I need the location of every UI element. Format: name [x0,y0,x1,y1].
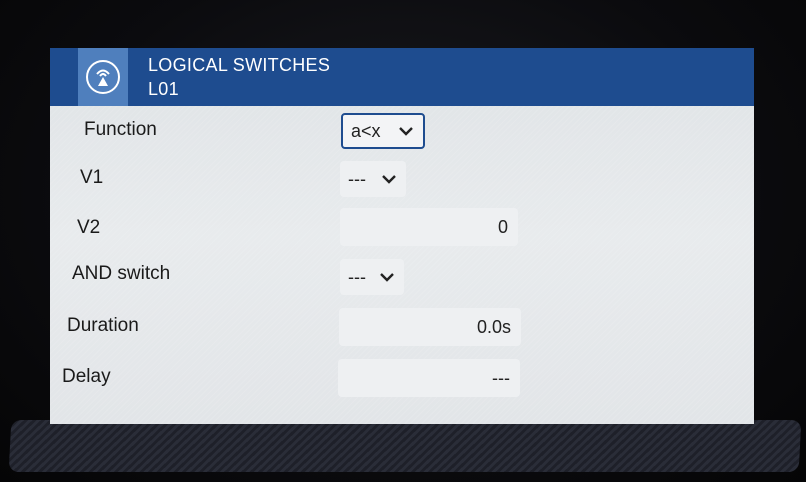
chevron-down-icon [378,268,396,286]
and-switch-dropdown[interactable]: --- [340,259,404,295]
page-title: LOGICAL SWITCHES [148,55,331,75]
screen: LOGICAL SWITCHES L01 Function a<x V1 ---… [50,48,754,424]
chevron-down-icon [380,170,398,188]
header-icon-box[interactable] [50,48,128,106]
and-switch-value: --- [348,266,366,287]
v2-field[interactable]: 0 [340,208,518,246]
page-subtitle: L01 [148,79,179,99]
v1-value: --- [348,168,366,189]
bezel-bottom-edge [8,420,802,472]
duration-value: 0.0s [476,316,511,337]
delay-field[interactable]: --- [338,359,520,397]
v2-value: 0 [497,216,508,237]
and-switch-label: AND switch [72,263,171,284]
function-label: Function [84,119,157,140]
delay-label: Delay [62,366,111,387]
header-bar: LOGICAL SWITCHES L01 [50,48,754,106]
v1-dropdown[interactable]: --- [340,161,406,197]
function-dropdown[interactable]: a<x [341,113,425,149]
chevron-down-icon [397,122,415,140]
duration-label: Duration [67,315,139,336]
duration-field[interactable]: 0.0s [339,308,521,346]
radio-tower-icon [86,60,120,94]
function-value: a<x [351,120,381,141]
v1-label: V1 [80,167,104,188]
delay-value: --- [492,367,510,388]
v2-label: V2 [77,217,101,238]
